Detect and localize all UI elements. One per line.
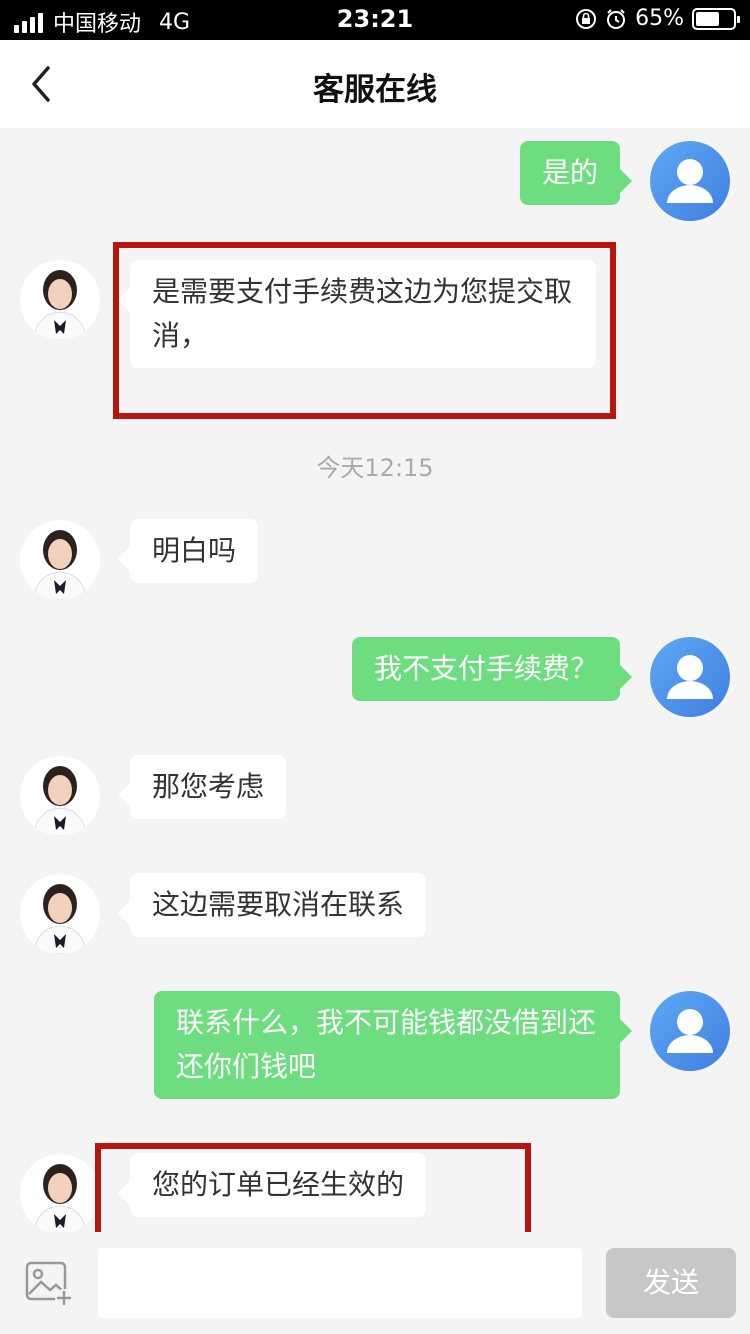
alarm-icon [607,8,626,29]
message-bubble-user: 是的 [519,141,633,205]
battery-icon [692,7,740,30]
user-silhouette-icon [667,1009,713,1053]
agent-portrait-icon [20,756,100,836]
agent-portrait-icon [20,260,100,340]
agent-avatar [20,874,100,954]
message-input[interactable] [98,1248,582,1318]
image-add-icon[interactable] [24,1258,74,1308]
message-bubble-agent: 这边需要取消在联系 [117,873,427,937]
message-bubble-agent: 明白吗 [117,519,259,583]
page-title: 客服在线 [313,72,437,108]
input-bar: 发送 [0,1232,750,1334]
highlight-box [113,242,616,419]
status-bar: 中国移动 4G 23:21 65% [0,0,750,40]
user-avatar [650,637,730,717]
message-timestamp: 今天12:15 [316,454,434,482]
message-bubble-user: 联系什么，我不可能钱都没借到还还你们钱吧 [154,991,632,1099]
rotation-lock-icon [576,8,597,29]
user-avatar [650,141,730,221]
message-bubble-user: 我不支付手续费？ [351,637,633,701]
agent-avatar [20,756,100,836]
battery-percent: 65% [635,6,684,31]
send-button[interactable]: 发送 [606,1248,736,1318]
agent-avatar [20,520,100,600]
agent-portrait-icon [20,1154,100,1234]
user-silhouette-icon [667,655,713,699]
agent-avatar [20,260,100,340]
user-avatar [650,991,730,1071]
agent-portrait-icon [20,874,100,954]
message-bubble-agent: 那您考虑 [117,755,287,819]
agent-portrait-icon [20,520,100,600]
nav-header: 客服在线 [0,40,750,128]
agent-avatar [20,1154,100,1234]
user-silhouette-icon [667,159,713,203]
